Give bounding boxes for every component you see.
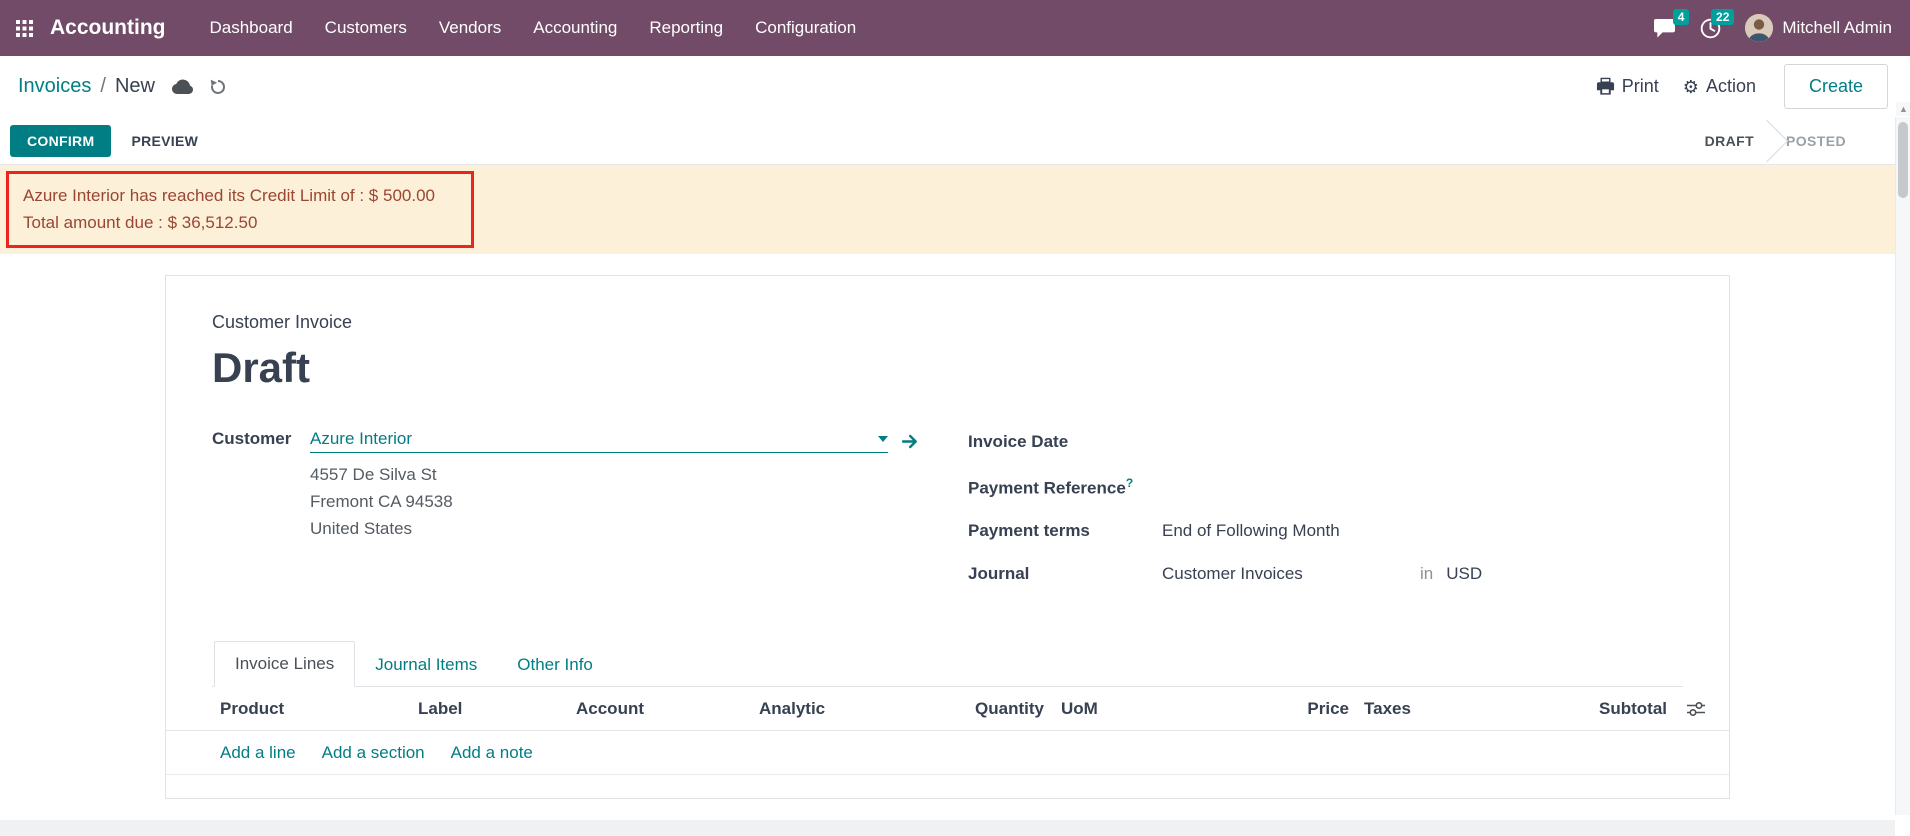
payment-reference-input[interactable] bbox=[1162, 475, 1683, 493]
table-add-row: Add a line Add a section Add a note bbox=[166, 731, 1729, 775]
save-cloud-icon[interactable] bbox=[171, 78, 193, 95]
action-button[interactable]: ⚙ Action bbox=[1671, 70, 1768, 103]
journal-label: Journal bbox=[968, 564, 1162, 584]
column-analytic: Analytic bbox=[759, 699, 959, 719]
preview-button[interactable]: PREVIEW bbox=[117, 125, 212, 157]
journal-in-word: in bbox=[1420, 564, 1433, 584]
table-header-row: Product Label Account Analytic Quantity … bbox=[166, 687, 1729, 731]
tab-other-info[interactable]: Other Info bbox=[497, 643, 613, 687]
avatar bbox=[1745, 14, 1773, 42]
table-empty-row bbox=[166, 775, 1729, 821]
nav-item-dashboard[interactable]: Dashboard bbox=[194, 0, 309, 56]
journal-currency[interactable]: USD bbox=[1446, 564, 1482, 584]
confirm-button[interactable]: CONFIRM bbox=[10, 125, 111, 157]
column-subtotal: Subtotal bbox=[1514, 699, 1667, 719]
credit-limit-warning-banner: Azure Interior has reached its Credit Li… bbox=[0, 165, 1910, 254]
payment-reference-label-text: Payment Reference bbox=[968, 478, 1126, 497]
invoice-date-label: Invoice Date bbox=[968, 432, 1162, 452]
customer-label: Customer bbox=[212, 429, 310, 449]
printer-icon bbox=[1596, 77, 1615, 96]
credit-limit-text: Azure Interior has reached its Credit Li… bbox=[23, 182, 457, 209]
journal-value[interactable]: Customer Invoices bbox=[1162, 564, 1420, 584]
activities-button[interactable]: 22 bbox=[1700, 18, 1721, 39]
vertical-scrollbar[interactable]: ▲ bbox=[1895, 117, 1910, 815]
state-chevron-icon bbox=[1746, 119, 1788, 161]
apps-grid-icon bbox=[16, 20, 33, 37]
breadcrumb-current: New bbox=[115, 75, 155, 98]
column-price: Price bbox=[1161, 699, 1349, 719]
column-account: Account bbox=[576, 699, 759, 719]
control-panel: Invoices / New Print ⚙ Action Create bbox=[0, 56, 1910, 117]
messages-badge: 4 bbox=[1673, 9, 1690, 25]
nav-item-reporting[interactable]: Reporting bbox=[633, 0, 739, 56]
user-name: Mitchell Admin bbox=[1782, 18, 1892, 38]
main-menu: Dashboard Customers Vendors Accounting R… bbox=[194, 0, 873, 56]
address-city: Fremont CA 94538 bbox=[310, 488, 968, 515]
nav-item-accounting[interactable]: Accounting bbox=[517, 0, 633, 56]
column-product: Product bbox=[220, 699, 418, 719]
messages-button[interactable]: 4 bbox=[1653, 18, 1676, 39]
dropdown-caret-icon[interactable] bbox=[878, 436, 888, 442]
amount-due-text: Total amount due : $ 36,512.50 bbox=[23, 209, 457, 236]
invoice-form-sheet: Customer Invoice Draft Customer Azure In… bbox=[165, 275, 1730, 799]
address-country: United States bbox=[310, 515, 968, 542]
customer-input[interactable]: Azure Interior bbox=[310, 429, 888, 453]
tab-invoice-lines[interactable]: Invoice Lines bbox=[214, 641, 355, 687]
nav-item-customers[interactable]: Customers bbox=[309, 0, 423, 56]
apps-menu-button[interactable] bbox=[0, 0, 48, 56]
column-quantity: Quantity bbox=[959, 699, 1044, 719]
top-navbar: Accounting Dashboard Customers Vendors A… bbox=[0, 0, 1910, 56]
breadcrumb-separator: / bbox=[100, 75, 106, 98]
app-name[interactable]: Accounting bbox=[50, 16, 166, 40]
column-taxes: Taxes bbox=[1364, 699, 1514, 719]
address-street: 4557 De Silva St bbox=[310, 461, 968, 488]
customer-address: 4557 De Silva St Fremont CA 94538 United… bbox=[310, 461, 968, 542]
internal-link-arrow-icon[interactable] bbox=[902, 434, 918, 449]
form-view-content: Customer Invoice Draft Customer Azure In… bbox=[0, 275, 1910, 836]
annotation-red-box: Azure Interior has reached its Credit Li… bbox=[6, 171, 474, 248]
tab-journal-items[interactable]: Journal Items bbox=[355, 643, 497, 687]
scrollbar-up-arrow[interactable]: ▲ bbox=[1896, 102, 1910, 116]
scrollbar-thumb[interactable] bbox=[1898, 122, 1908, 198]
payment-terms-label: Payment terms bbox=[968, 521, 1162, 541]
add-line-link[interactable]: Add a line bbox=[220, 743, 296, 763]
help-question-icon[interactable]: ? bbox=[1126, 476, 1133, 490]
invoice-lines-table: Product Label Account Analytic Quantity … bbox=[166, 687, 1729, 821]
notebook-tabs: Invoice Lines Journal Items Other Info bbox=[212, 641, 1683, 687]
user-menu[interactable]: Mitchell Admin bbox=[1745, 14, 1892, 42]
optional-columns-icon[interactable] bbox=[1681, 701, 1711, 717]
invoice-name-heading: Draft bbox=[212, 345, 1683, 391]
form-statusbar: CONFIRM PREVIEW DRAFT POSTED bbox=[0, 117, 1910, 165]
page-bottom-strip bbox=[0, 820, 1895, 836]
print-label: Print bbox=[1622, 76, 1659, 97]
customer-value: Azure Interior bbox=[310, 429, 412, 449]
add-note-link[interactable]: Add a note bbox=[451, 743, 533, 763]
print-button[interactable]: Print bbox=[1584, 70, 1671, 103]
column-uom: UoM bbox=[1061, 699, 1161, 719]
action-label: Action bbox=[1706, 76, 1756, 97]
add-section-link[interactable]: Add a section bbox=[322, 743, 425, 763]
nav-item-configuration[interactable]: Configuration bbox=[739, 0, 872, 56]
activities-badge: 22 bbox=[1711, 9, 1734, 25]
column-label: Label bbox=[418, 699, 576, 719]
discard-undo-icon[interactable] bbox=[209, 78, 227, 96]
payment-terms-value[interactable]: End of Following Month bbox=[1162, 521, 1340, 541]
create-button[interactable]: Create bbox=[1784, 64, 1888, 109]
nav-item-vendors[interactable]: Vendors bbox=[423, 0, 517, 56]
document-type-label: Customer Invoice bbox=[212, 312, 1683, 333]
gear-icon: ⚙ bbox=[1683, 78, 1699, 96]
invoice-date-input[interactable] bbox=[1162, 429, 1683, 447]
breadcrumb-invoices-link[interactable]: Invoices bbox=[18, 75, 91, 98]
payment-reference-label: Payment Reference? bbox=[968, 476, 1162, 499]
